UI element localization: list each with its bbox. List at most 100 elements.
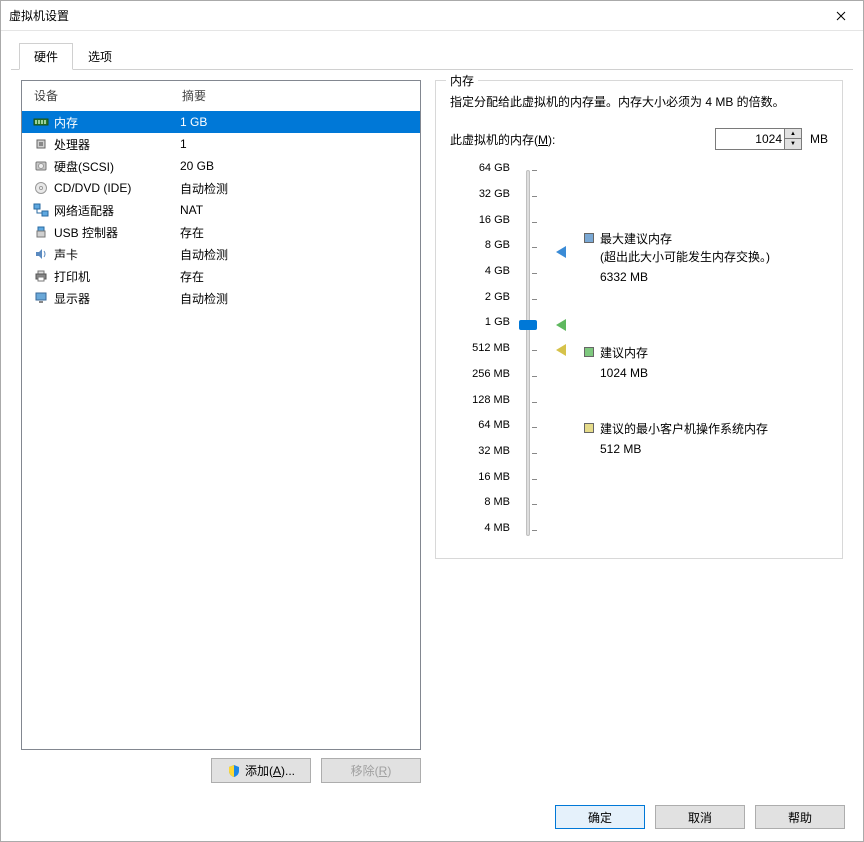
marker-recommended[interactable] bbox=[556, 319, 566, 331]
close-icon bbox=[836, 11, 846, 21]
dialog-footer: 确定 取消 帮助 bbox=[1, 793, 863, 841]
tab-options[interactable]: 选项 bbox=[73, 43, 127, 70]
legend-max-title: 最大建议内存 bbox=[600, 230, 770, 248]
legend-min-value: 512 MB bbox=[600, 440, 768, 458]
legend-column: 最大建议内存 (超出此大小可能发生内存交换。) 6332 MB 建议内存 102… bbox=[584, 168, 828, 538]
left-panel: 设备 摘要 内存1 GB处理器1硬盘(SCSI)20 GBCD/DVD (IDE… bbox=[21, 80, 421, 783]
slider-tick-label: 32 MB bbox=[478, 445, 510, 457]
device-label: 网络适配器 bbox=[54, 202, 180, 219]
memory-description: 指定分配给此虚拟机的内存量。内存大小必须为 4 MB 的倍数。 bbox=[450, 93, 828, 112]
slider-tick bbox=[532, 299, 537, 300]
cancel-button[interactable]: 取消 bbox=[655, 805, 745, 829]
add-button[interactable]: 添加(A)... bbox=[211, 758, 311, 783]
display-icon bbox=[32, 290, 50, 306]
slider-tick bbox=[532, 427, 537, 428]
shield-icon bbox=[227, 764, 241, 778]
window-title: 虚拟机设置 bbox=[9, 7, 69, 24]
close-button[interactable] bbox=[818, 1, 863, 30]
slider-track-wrap[interactable] bbox=[518, 168, 548, 538]
memory-legend: 内存 bbox=[446, 72, 478, 89]
device-row[interactable]: USB 控制器存在 bbox=[22, 221, 420, 243]
tab-bar: 硬件 选项 bbox=[1, 31, 863, 70]
marker-min-guest-os[interactable] bbox=[556, 344, 566, 356]
memory-input-label: 此虚拟机的内存(M): bbox=[450, 131, 555, 148]
slider-tick bbox=[532, 170, 537, 171]
cpu-icon bbox=[32, 136, 50, 152]
device-label: 打印机 bbox=[54, 268, 180, 285]
legend-recommended: 建议内存 1024 MB bbox=[584, 344, 648, 382]
device-list-header: 设备 摘要 bbox=[22, 81, 420, 111]
device-row[interactable]: CD/DVD (IDE)自动检测 bbox=[22, 177, 420, 199]
remove-button: 移除(R) bbox=[321, 758, 421, 783]
network-icon bbox=[32, 202, 50, 218]
slider-tick bbox=[532, 504, 537, 505]
ok-button[interactable]: 确定 bbox=[555, 805, 645, 829]
device-summary: 20 GB bbox=[180, 159, 410, 173]
slider-tick-label: 16 MB bbox=[478, 471, 510, 483]
device-summary: 1 GB bbox=[180, 115, 410, 129]
cd-icon bbox=[32, 180, 50, 196]
legend-min-guest-os: 建议的最小客户机操作系统内存 512 MB bbox=[584, 420, 768, 458]
device-summary: 1 bbox=[180, 137, 410, 151]
slider-tick bbox=[532, 376, 537, 377]
slider-tick-label: 32 GB bbox=[479, 188, 510, 200]
device-summary: 存在 bbox=[180, 268, 410, 285]
header-device: 设备 bbox=[34, 87, 182, 104]
usb-icon bbox=[32, 224, 50, 240]
slider-tick bbox=[532, 273, 537, 274]
memory-input[interactable] bbox=[715, 128, 785, 150]
memory-input-row: 此虚拟机的内存(M): ▲ ▼ MB bbox=[450, 128, 828, 150]
legend-max-recommended: 最大建议内存 (超出此大小可能发生内存交换。) 6332 MB bbox=[584, 230, 770, 286]
tab-hardware[interactable]: 硬件 bbox=[19, 43, 73, 70]
memory-input-wrap: ▲ ▼ MB bbox=[715, 128, 828, 150]
slider-track bbox=[526, 170, 530, 536]
sound-icon bbox=[32, 246, 50, 262]
memory-icon bbox=[32, 114, 50, 130]
slider-tick bbox=[532, 530, 537, 531]
legend-rec-value: 1024 MB bbox=[600, 364, 648, 382]
memory-spin-up[interactable]: ▲ bbox=[785, 129, 801, 139]
device-label: 内存 bbox=[54, 114, 180, 131]
legend-square-blue-icon bbox=[584, 233, 594, 243]
slider-tick-label: 128 MB bbox=[472, 394, 510, 406]
memory-spinner: ▲ ▼ bbox=[785, 128, 802, 150]
device-row[interactable]: 内存1 GB bbox=[22, 111, 420, 133]
device-row[interactable]: 打印机存在 bbox=[22, 265, 420, 287]
slider-tick bbox=[532, 479, 537, 480]
slider-tick bbox=[532, 222, 537, 223]
slider-tick bbox=[532, 247, 537, 248]
slider-thumb[interactable] bbox=[519, 320, 537, 330]
printer-icon bbox=[32, 268, 50, 284]
legend-max-note: (超出此大小可能发生内存交换。) bbox=[600, 248, 770, 266]
slider-tick-label: 8 MB bbox=[484, 496, 510, 508]
device-row[interactable]: 处理器1 bbox=[22, 133, 420, 155]
vm-settings-window: 虚拟机设置 硬件 选项 设备 摘要 内存1 GB处理器1硬盘(SCSI)20 G… bbox=[0, 0, 864, 842]
device-label: 处理器 bbox=[54, 136, 180, 153]
disk-icon bbox=[32, 158, 50, 174]
slider-tick bbox=[532, 196, 537, 197]
slider-tick-label: 16 GB bbox=[479, 214, 510, 226]
slider-tick-label: 4 MB bbox=[484, 522, 510, 534]
marker-max-recommended[interactable] bbox=[556, 246, 566, 258]
legend-square-yellow-icon bbox=[584, 423, 594, 433]
device-summary: 自动检测 bbox=[180, 180, 410, 197]
device-row[interactable]: 硬盘(SCSI)20 GB bbox=[22, 155, 420, 177]
slider-tick-label: 256 MB bbox=[472, 368, 510, 380]
device-row[interactable]: 网络适配器NAT bbox=[22, 199, 420, 221]
device-label: 硬盘(SCSI) bbox=[54, 158, 180, 175]
titlebar: 虚拟机设置 bbox=[1, 1, 863, 31]
memory-unit: MB bbox=[810, 132, 828, 146]
device-label: 显示器 bbox=[54, 290, 180, 307]
device-row[interactable]: 声卡自动检测 bbox=[22, 243, 420, 265]
help-button[interactable]: 帮助 bbox=[755, 805, 845, 829]
slider-tick-label: 4 GB bbox=[485, 265, 510, 277]
memory-fieldset: 内存 指定分配给此虚拟机的内存量。内存大小必须为 4 MB 的倍数。 此虚拟机的… bbox=[435, 80, 843, 559]
memory-slider-section: 64 GB32 GB16 GB8 GB4 GB2 GB1 GB512 MB256… bbox=[450, 168, 828, 538]
memory-spin-down[interactable]: ▼ bbox=[785, 139, 801, 149]
device-row[interactable]: 显示器自动检测 bbox=[22, 287, 420, 309]
legend-rec-title: 建议内存 bbox=[600, 344, 648, 362]
remove-button-label: 移除(R) bbox=[351, 762, 392, 779]
slider-tick bbox=[532, 453, 537, 454]
slider-tick-label: 64 GB bbox=[479, 162, 510, 174]
device-summary: 自动检测 bbox=[180, 290, 410, 307]
